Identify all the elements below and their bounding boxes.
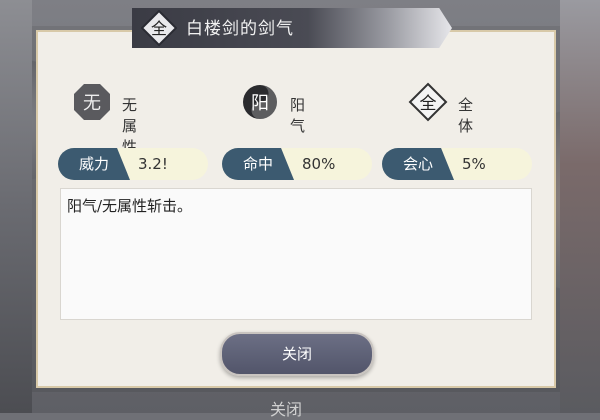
stat-accuracy: 命中 80%: [222, 148, 372, 180]
stat-power: 威力 3.2!: [58, 148, 208, 180]
stat-power-label: 威力: [58, 148, 130, 180]
target-all-diamond-icon: 全: [408, 82, 448, 122]
background-left-strip: [0, 0, 32, 413]
skill-description-box: 阳气/无属性斩击。: [60, 188, 532, 320]
background-close-text: 关闭: [270, 400, 303, 419]
attribute-yang-label: 阳气: [290, 96, 306, 135]
svg-text:无: 无: [83, 93, 101, 114]
background-right-strip: [560, 0, 600, 413]
skill-description: 阳气/无属性斩击。: [67, 197, 193, 215]
yang-element-icon: 阳: [243, 85, 277, 119]
svg-text:阳: 阳: [251, 93, 269, 114]
target-all-icon: 全: [141, 10, 177, 46]
svg-text:全: 全: [420, 94, 437, 114]
stat-power-value: 3.2!: [138, 155, 168, 173]
attribute-target-all-label: 全体: [458, 96, 474, 135]
stat-critical-label: 会心: [382, 148, 454, 180]
stat-accuracy-label: 命中: [222, 148, 294, 180]
stat-critical-value: 5%: [462, 155, 486, 173]
close-button[interactable]: 关闭: [220, 332, 374, 376]
skill-title: 白楼剑的剑气: [186, 19, 294, 39]
stat-accuracy-value: 80%: [302, 155, 336, 173]
no-element-icon: 无: [74, 84, 110, 120]
svg-text:全: 全: [151, 19, 167, 38]
stat-critical: 会心 5%: [382, 148, 532, 180]
